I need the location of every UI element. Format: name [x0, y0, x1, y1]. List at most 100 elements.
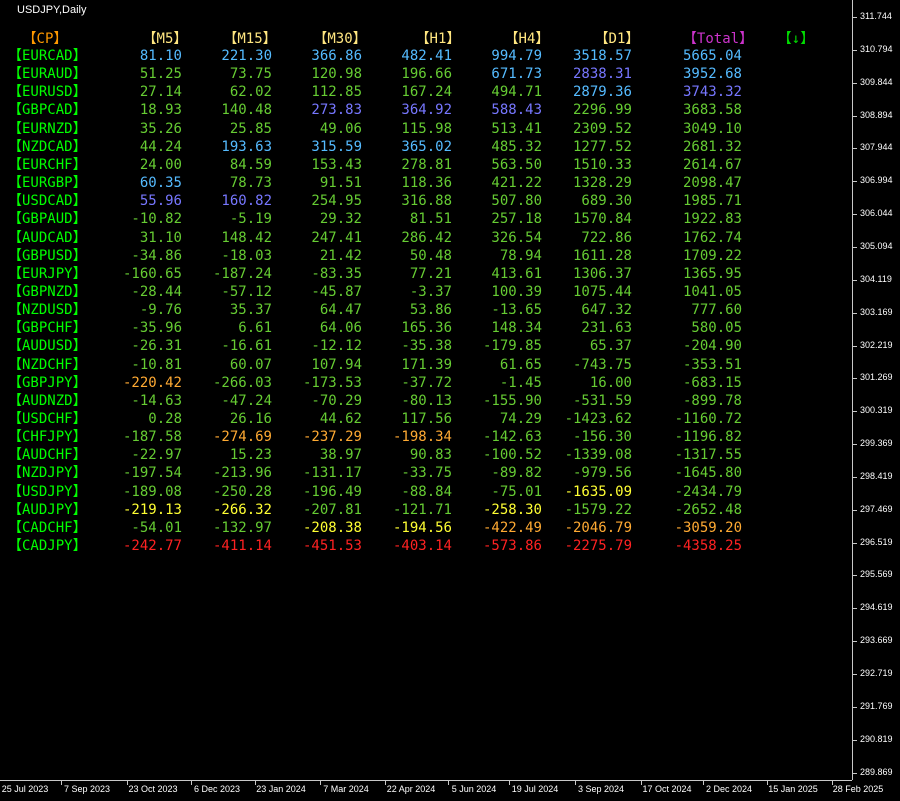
time-tick	[320, 781, 321, 785]
price-tick	[853, 214, 857, 216]
value-total: -899.78	[682, 392, 742, 409]
price-tick	[853, 246, 857, 248]
header-m5: 【M5】	[142, 31, 188, 47]
header-d1: 【D1】	[594, 31, 640, 47]
price-label: 306.994	[860, 175, 893, 186]
header-m30: 【M30】	[313, 31, 367, 47]
value-total: 2098.47	[682, 175, 742, 192]
value-d1: 1306.37	[572, 265, 632, 282]
value-d1: -1635.09	[564, 483, 632, 500]
value-d1: -531.59	[572, 392, 632, 409]
value-total: -353.51	[682, 356, 742, 373]
price-label: 301.269	[860, 372, 893, 383]
price-label: 291.769	[860, 700, 893, 711]
price-label: 298.419	[860, 470, 893, 481]
header-total: 【Total】	[682, 31, 754, 47]
value-d1: 647.32	[581, 302, 632, 319]
price-tick	[853, 181, 857, 183]
price-label: 302.219	[860, 339, 893, 350]
value-total: -1160.72	[674, 411, 742, 427]
price-label: 300.319	[860, 405, 893, 416]
time-label: 22 Apr 2024	[386, 784, 436, 794]
price-tick	[853, 509, 857, 511]
value-total: 1041.05	[682, 283, 742, 300]
value-total: -1645.80	[674, 465, 742, 482]
value-d1: -2275.79	[564, 538, 632, 555]
value-d1: -1579.22	[564, 501, 632, 518]
price-tick	[853, 641, 857, 643]
price-tick	[853, 608, 857, 610]
price-tick	[853, 82, 857, 84]
price-tick	[853, 17, 857, 18]
price-label: 303.169	[860, 306, 893, 317]
price-label: 294.619	[860, 602, 893, 613]
value-total: 580.05	[691, 320, 742, 337]
value-d1: 1277.52	[572, 138, 632, 155]
value-d1: -979.56	[572, 465, 632, 482]
price-label: 306.044	[860, 208, 893, 219]
value-d1: 1075.44	[572, 283, 632, 300]
time-label: 7 Mar 2024	[323, 784, 369, 794]
time-tick	[448, 781, 449, 785]
value-d1: 689.30	[581, 193, 632, 210]
value-total: 1985.71	[682, 193, 742, 210]
price-label: 296.519	[860, 536, 893, 547]
header-h1: 【H1】	[415, 31, 461, 47]
value-total: 5665.04	[682, 48, 742, 64]
value-total: 3743.32	[682, 84, 742, 101]
time-tick	[575, 781, 576, 785]
price-label: 293.669	[860, 635, 893, 646]
time-label: 28 Feb 2025	[832, 784, 884, 794]
price-label: 308.894	[860, 109, 893, 120]
header-sort: 【↓】	[777, 31, 815, 47]
price-tick	[853, 148, 857, 150]
price-label: 297.469	[860, 503, 893, 514]
price-tick	[853, 772, 857, 774]
value-total: -1196.82	[674, 429, 742, 446]
value-total: 1762.74	[682, 229, 742, 246]
value-d1: 1570.84	[572, 211, 632, 228]
value-total: 3683.58	[682, 102, 742, 119]
value-total: -3059.20	[674, 519, 742, 536]
chart-area[interactable]: USDJPY,Daily 【CP】 【M5】 【M15】 【M30】 【H1】 【H4】 【…	[0, 0, 852, 780]
value-d1: -156.30	[572, 429, 632, 446]
chart-symbol-title: USDJPY,Daily	[17, 4, 87, 16]
price-label: 305.094	[860, 240, 893, 251]
value-total: -2434.79	[674, 483, 742, 500]
value-total: 1365.95	[682, 265, 742, 282]
price-axis[interactable]: 311.744 310.794 309.844 308.894 307.944 306.9…	[852, 0, 900, 780]
value-d1: -2046.79	[564, 519, 632, 536]
price-label: 307.944	[860, 142, 893, 153]
price-tick	[853, 444, 857, 446]
value-d1: -1339.08	[564, 447, 632, 464]
value-total: 1709.22	[682, 247, 742, 264]
price-tick	[853, 378, 857, 380]
value-d1: 231.63	[581, 320, 632, 337]
time-tick	[61, 781, 62, 785]
price-label: 290.819	[860, 733, 893, 744]
time-label: 15 Jan 2025	[768, 784, 818, 794]
value-total: 2614.67	[682, 156, 742, 173]
price-tick	[853, 706, 857, 708]
price-tick	[853, 575, 857, 577]
price-tick	[853, 312, 857, 314]
time-tick	[703, 781, 704, 785]
price-label: 310.794	[860, 43, 893, 54]
time-label: 23 Jan 2024	[256, 784, 306, 794]
value-d1: 1611.28	[572, 247, 632, 264]
header-cp: 【CP】	[22, 31, 68, 47]
time-axis[interactable]: 25 Jul 2023 7 Sep 2023 23 Oct 2023 6 Dec 20…	[0, 780, 883, 801]
value-d1: 2879.36	[572, 84, 632, 101]
time-tick	[509, 781, 510, 785]
value-total: -683.15	[682, 374, 742, 391]
time-label: 2 Dec 2024	[705, 784, 753, 794]
value-d1: 3518.57	[572, 48, 632, 64]
price-label: 292.719	[860, 668, 893, 678]
time-label: 25 Jul 2023	[1, 784, 49, 794]
value-d1: -743.75	[572, 356, 632, 373]
time-label: 3 Sep 2024	[577, 784, 625, 794]
value-total: -1317.55	[674, 447, 742, 464]
price-tick	[853, 279, 857, 281]
value-total: -4358.25	[674, 538, 742, 555]
time-label: 17 Oct 2024	[642, 784, 692, 794]
